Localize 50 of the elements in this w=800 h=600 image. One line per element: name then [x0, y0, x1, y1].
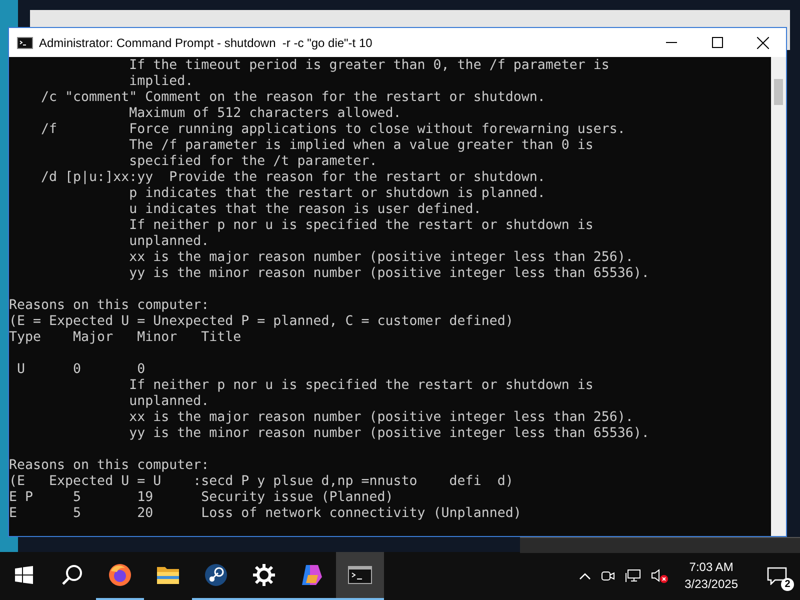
console-line: Reasons on this computer: — [9, 298, 210, 314]
camera-icon[interactable] — [600, 569, 615, 583]
console-line: Reasons on this computer: — [9, 458, 210, 474]
console-line: Type Major Minor Title — [9, 330, 242, 346]
console-line: yy is the minor reason number (positive integer less than 65536). — [128, 426, 650, 442]
clock-time[interactable]: 7:03 AM — [689, 559, 734, 576]
console-line: (E Expected U = U :secd P y plsue d,np =nnusto defi d) — [9, 474, 514, 490]
console-line: u indicates that the reason is user defined. — [128, 202, 482, 218]
console-line: (E = Expected U = Unexpected P = planned, C = customer defined) — [9, 314, 514, 330]
console-line: E P 5 19 Security issue (Planned) — [9, 490, 394, 506]
console-line: xx is the major reason number (positive integer less than 256). — [128, 250, 634, 266]
window-title: Administrator: Command Prompt - shutdown -r -c "go die"-t 10 — [39, 36, 374, 50]
steam-icon — [204, 563, 228, 587]
taskbar-button[interactable] — [336, 552, 384, 600]
chevron-up-icon[interactable] — [578, 572, 591, 580]
clock-date[interactable]: 3/23/2025 — [684, 576, 738, 593]
fox-globe-icon — [108, 563, 132, 587]
console-line: If neither p nor u is specified the restart or shutdown is — [128, 378, 594, 394]
console-line: unplanned. — [128, 234, 210, 250]
console-line: /f Force running applications to close without forewarning users. — [40, 122, 626, 138]
console-line: implied. — [128, 74, 194, 90]
console-line: /c "comment" Comment on the reason for the restart or shutdown. — [40, 90, 546, 106]
console-line: p indicates that the restart or shutdown is planned. — [128, 186, 546, 202]
swirl-icon — [300, 563, 324, 587]
console-line: specified for the /t parameter. — [128, 154, 378, 170]
console-line: If the timeout period is greater than 0, the /f parameter is — [128, 58, 610, 74]
notifications-button[interactable]: 2 — [762, 561, 792, 591]
speech-bubble-icon — [767, 567, 787, 585]
search-icon — [61, 564, 83, 586]
console-line: The /f parameter is implied when a value greater than 0 is — [128, 138, 594, 154]
console-line: /d [p|u:]xx:yy Provide the reason for the restart or shutdown. — [40, 170, 546, 186]
terminal-icon — [348, 566, 372, 584]
console-line: yy is the minor reason number (positive integer less than 65536). — [128, 266, 650, 282]
gear-icon — [253, 564, 275, 586]
close-icon — [757, 36, 769, 48]
folder-icon — [156, 565, 180, 585]
scrollbar[interactable] — [771, 57, 786, 536]
network-icon[interactable] — [624, 569, 641, 583]
volume-muted-icon[interactable] — [650, 568, 669, 584]
console-line: Maximum of 512 characters allowed. — [128, 106, 402, 122]
maximize-icon — [712, 37, 722, 48]
console-line: If neither p nor u is specified the restart or shutdown is — [128, 218, 594, 234]
console-line: unplanned. — [128, 394, 210, 410]
scrollbar-thumb[interactable] — [774, 79, 783, 105]
console-line: E 5 20 Loss of network connectivity (Unplanned) — [9, 506, 522, 522]
terminal-icon — [17, 36, 33, 48]
console-line: U 0 0 — [16, 362, 146, 378]
notification-count: 2 — [781, 578, 794, 591]
windows-icon — [15, 566, 33, 584]
console-line: xx is the major reason number (positive integer less than 256). — [128, 410, 634, 426]
